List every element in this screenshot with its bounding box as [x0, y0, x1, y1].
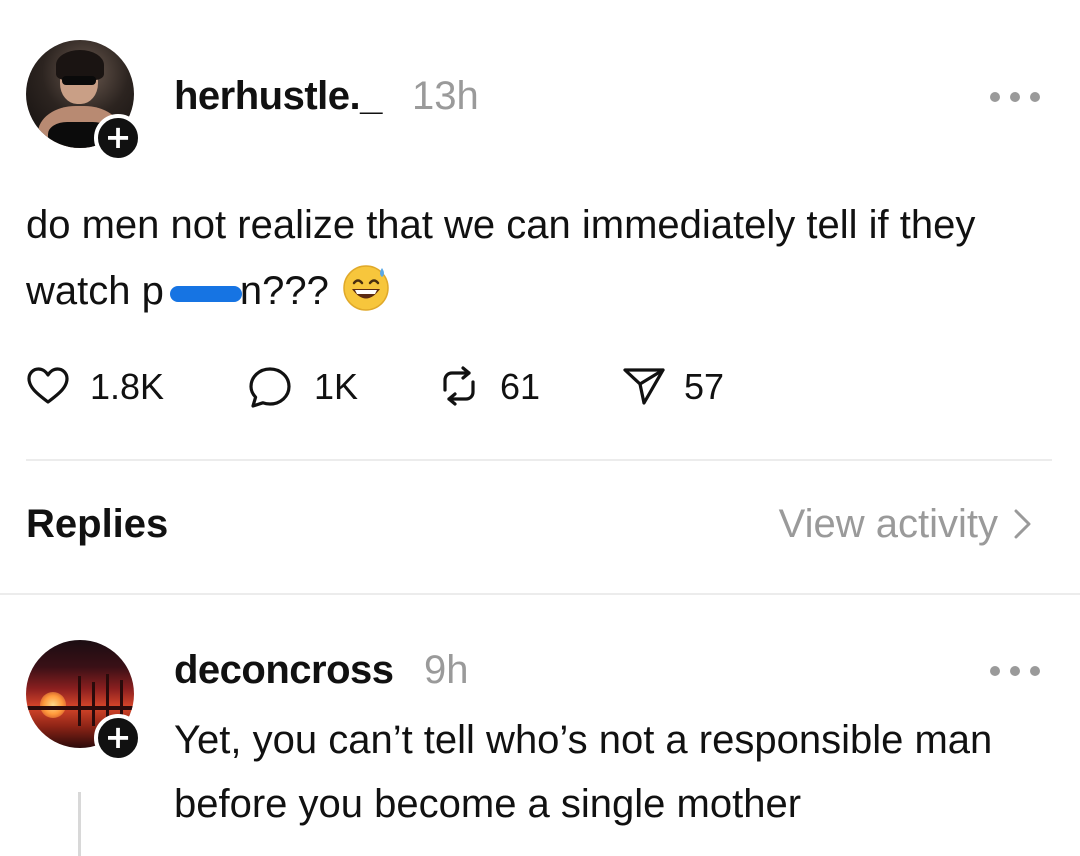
chevron-right-icon [1014, 509, 1031, 539]
more-dots-icon[interactable] [990, 86, 1046, 106]
post-author-name[interactable]: herhustle._ [174, 74, 382, 119]
heart-outline-icon [27, 367, 69, 404]
repost-arrows-icon [443, 366, 475, 406]
redaction-mark [166, 278, 242, 308]
follow-plus-icon[interactable]: + [94, 114, 142, 162]
like-button[interactable]: 1.8K [26, 358, 176, 414]
reply-more-dots-icon[interactable] [990, 660, 1046, 680]
main-post: + herhustle._ 13h do men not realize tha… [0, 0, 1080, 460]
grinning-sweat-emoji-icon [343, 265, 389, 311]
post-text-after: n??? [239, 269, 329, 313]
replies-header: Replies View activity [0, 494, 1080, 558]
avatar-sunglasses [62, 76, 96, 85]
repost-count: 61 [500, 366, 541, 407]
view-activity-link[interactable]: View activity [779, 502, 1034, 547]
post-divider [26, 459, 1052, 461]
reply-body: Yet, you can’t tell who’s not a responsi… [174, 718, 993, 826]
comment-button[interactable]: 1K [248, 358, 378, 414]
share-count: 57 [684, 366, 725, 407]
repost-button[interactable]: 61 [436, 358, 556, 414]
post-body: do men not realize that we can immediate… [26, 192, 1036, 324]
reply-author-name[interactable]: deconcross [174, 648, 394, 693]
paper-plane-icon [623, 368, 665, 405]
replies-divider [0, 593, 1080, 595]
share-button[interactable]: 57 [622, 358, 742, 414]
speech-bubble-icon [249, 367, 291, 408]
replies-label: Replies [26, 502, 169, 546]
like-count: 1.8K [90, 366, 165, 407]
view-activity-label: View activity [778, 502, 998, 546]
reply-timestamp: 9h [424, 648, 469, 692]
comment-count: 1K [314, 366, 359, 407]
post-timestamp: 13h [412, 74, 479, 118]
avatar-sunset [40, 692, 66, 718]
reply-follow-plus-icon[interactable]: + [94, 714, 142, 762]
thread-line [78, 792, 81, 856]
